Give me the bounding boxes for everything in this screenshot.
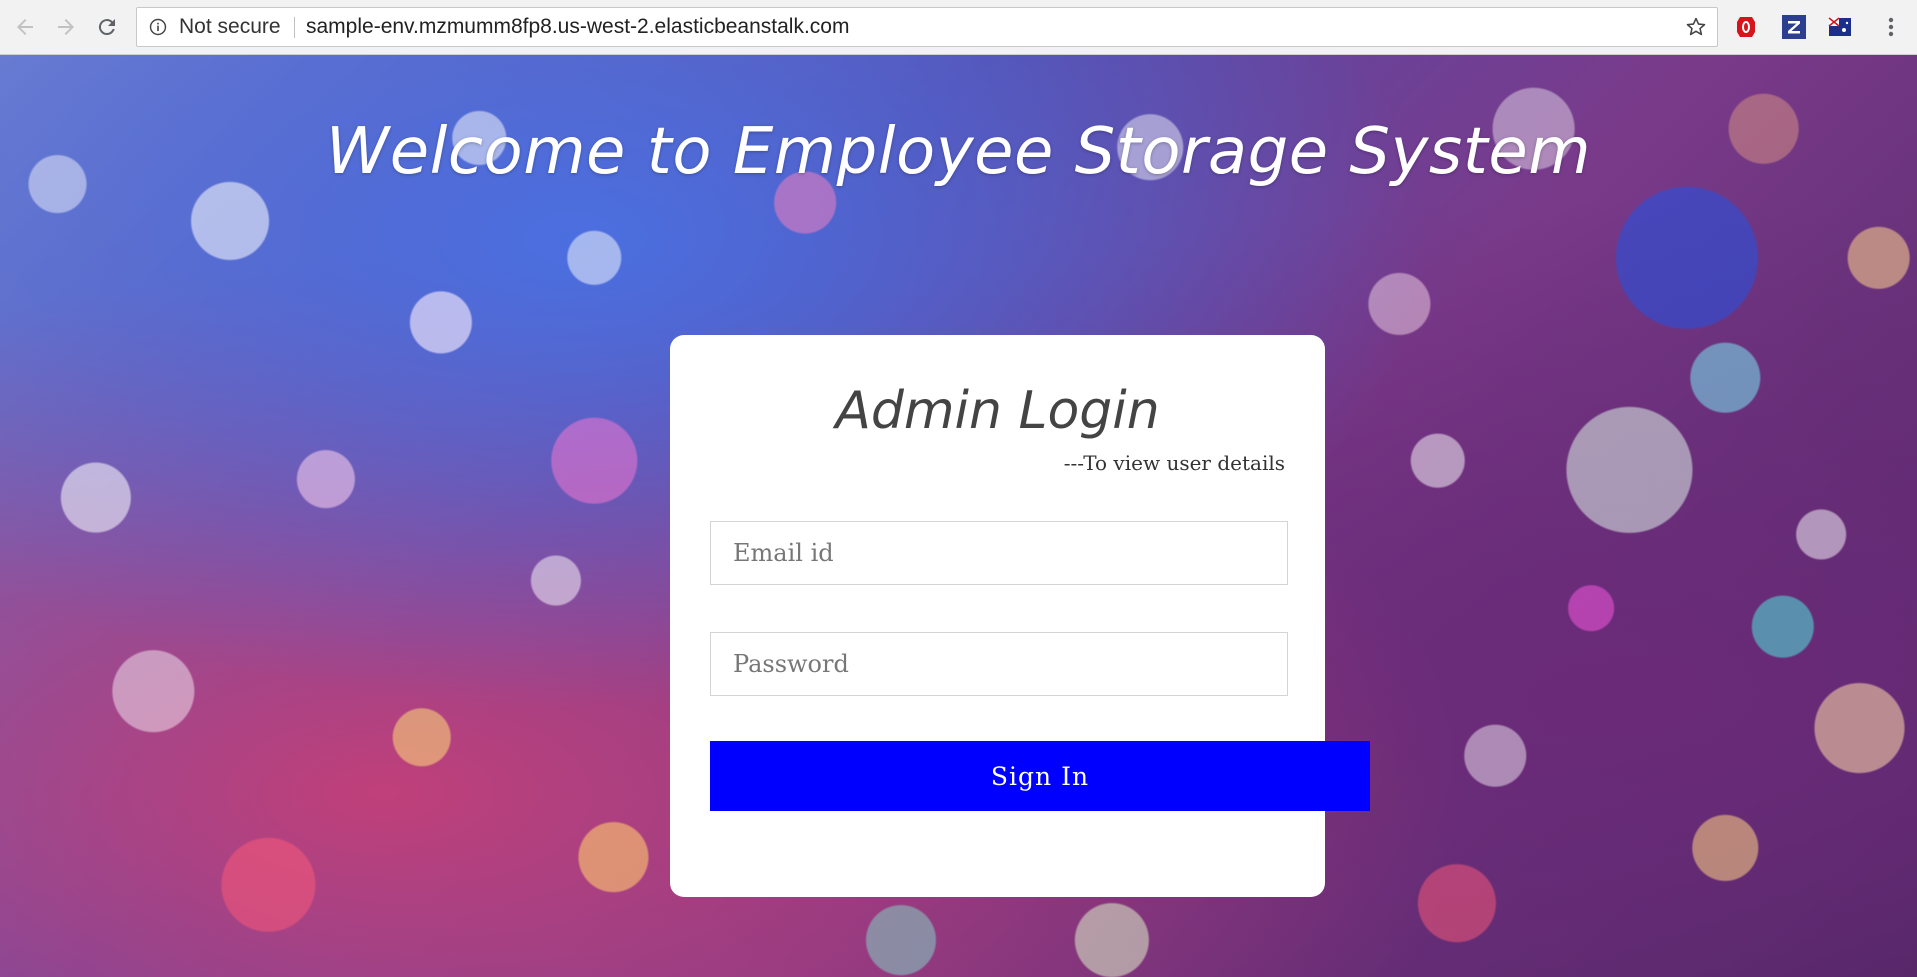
login-card: Admin Login ---To view user details Sign… xyxy=(670,335,1370,897)
security-label[interactable]: Not secure xyxy=(179,8,281,46)
forward-icon xyxy=(58,19,74,35)
page-heading-text: Welcome to Employee Storage System xyxy=(325,115,1592,189)
reload-button[interactable] xyxy=(94,14,120,40)
z-extension-icon[interactable] xyxy=(1781,14,1807,40)
page-content: Welcome to Employee Storage System Admin… xyxy=(0,55,1917,977)
bookmark-star-icon[interactable] xyxy=(1685,16,1707,38)
page-heading: Welcome to Employee Storage System xyxy=(0,115,1917,189)
forward-button[interactable] xyxy=(53,14,79,40)
browser-toolbar: Not secure sample-env.mzmumm8fp8.us-west… xyxy=(0,0,1917,55)
back-icon xyxy=(17,19,33,35)
omnibox-divider xyxy=(294,17,295,38)
sign-in-button[interactable]: Sign In xyxy=(710,741,1370,811)
login-title: Admin Login xyxy=(835,381,1160,441)
password-field[interactable] xyxy=(710,632,1288,696)
menu-icon[interactable] xyxy=(1878,14,1904,40)
reload-icon xyxy=(98,19,115,36)
flag-extension-icon[interactable] xyxy=(1827,14,1853,40)
back-button[interactable] xyxy=(12,14,38,40)
email-field[interactable] xyxy=(710,521,1288,585)
info-icon[interactable] xyxy=(149,18,167,36)
opera-extension-icon[interactable] xyxy=(1733,14,1759,40)
login-subtitle: ---To view user details xyxy=(1063,451,1285,475)
url-text[interactable]: sample-env.mzmumm8fp8.us-west-2.elasticb… xyxy=(306,8,849,46)
address-bar[interactable]: Not secure sample-env.mzmumm8fp8.us-west… xyxy=(136,7,1718,47)
